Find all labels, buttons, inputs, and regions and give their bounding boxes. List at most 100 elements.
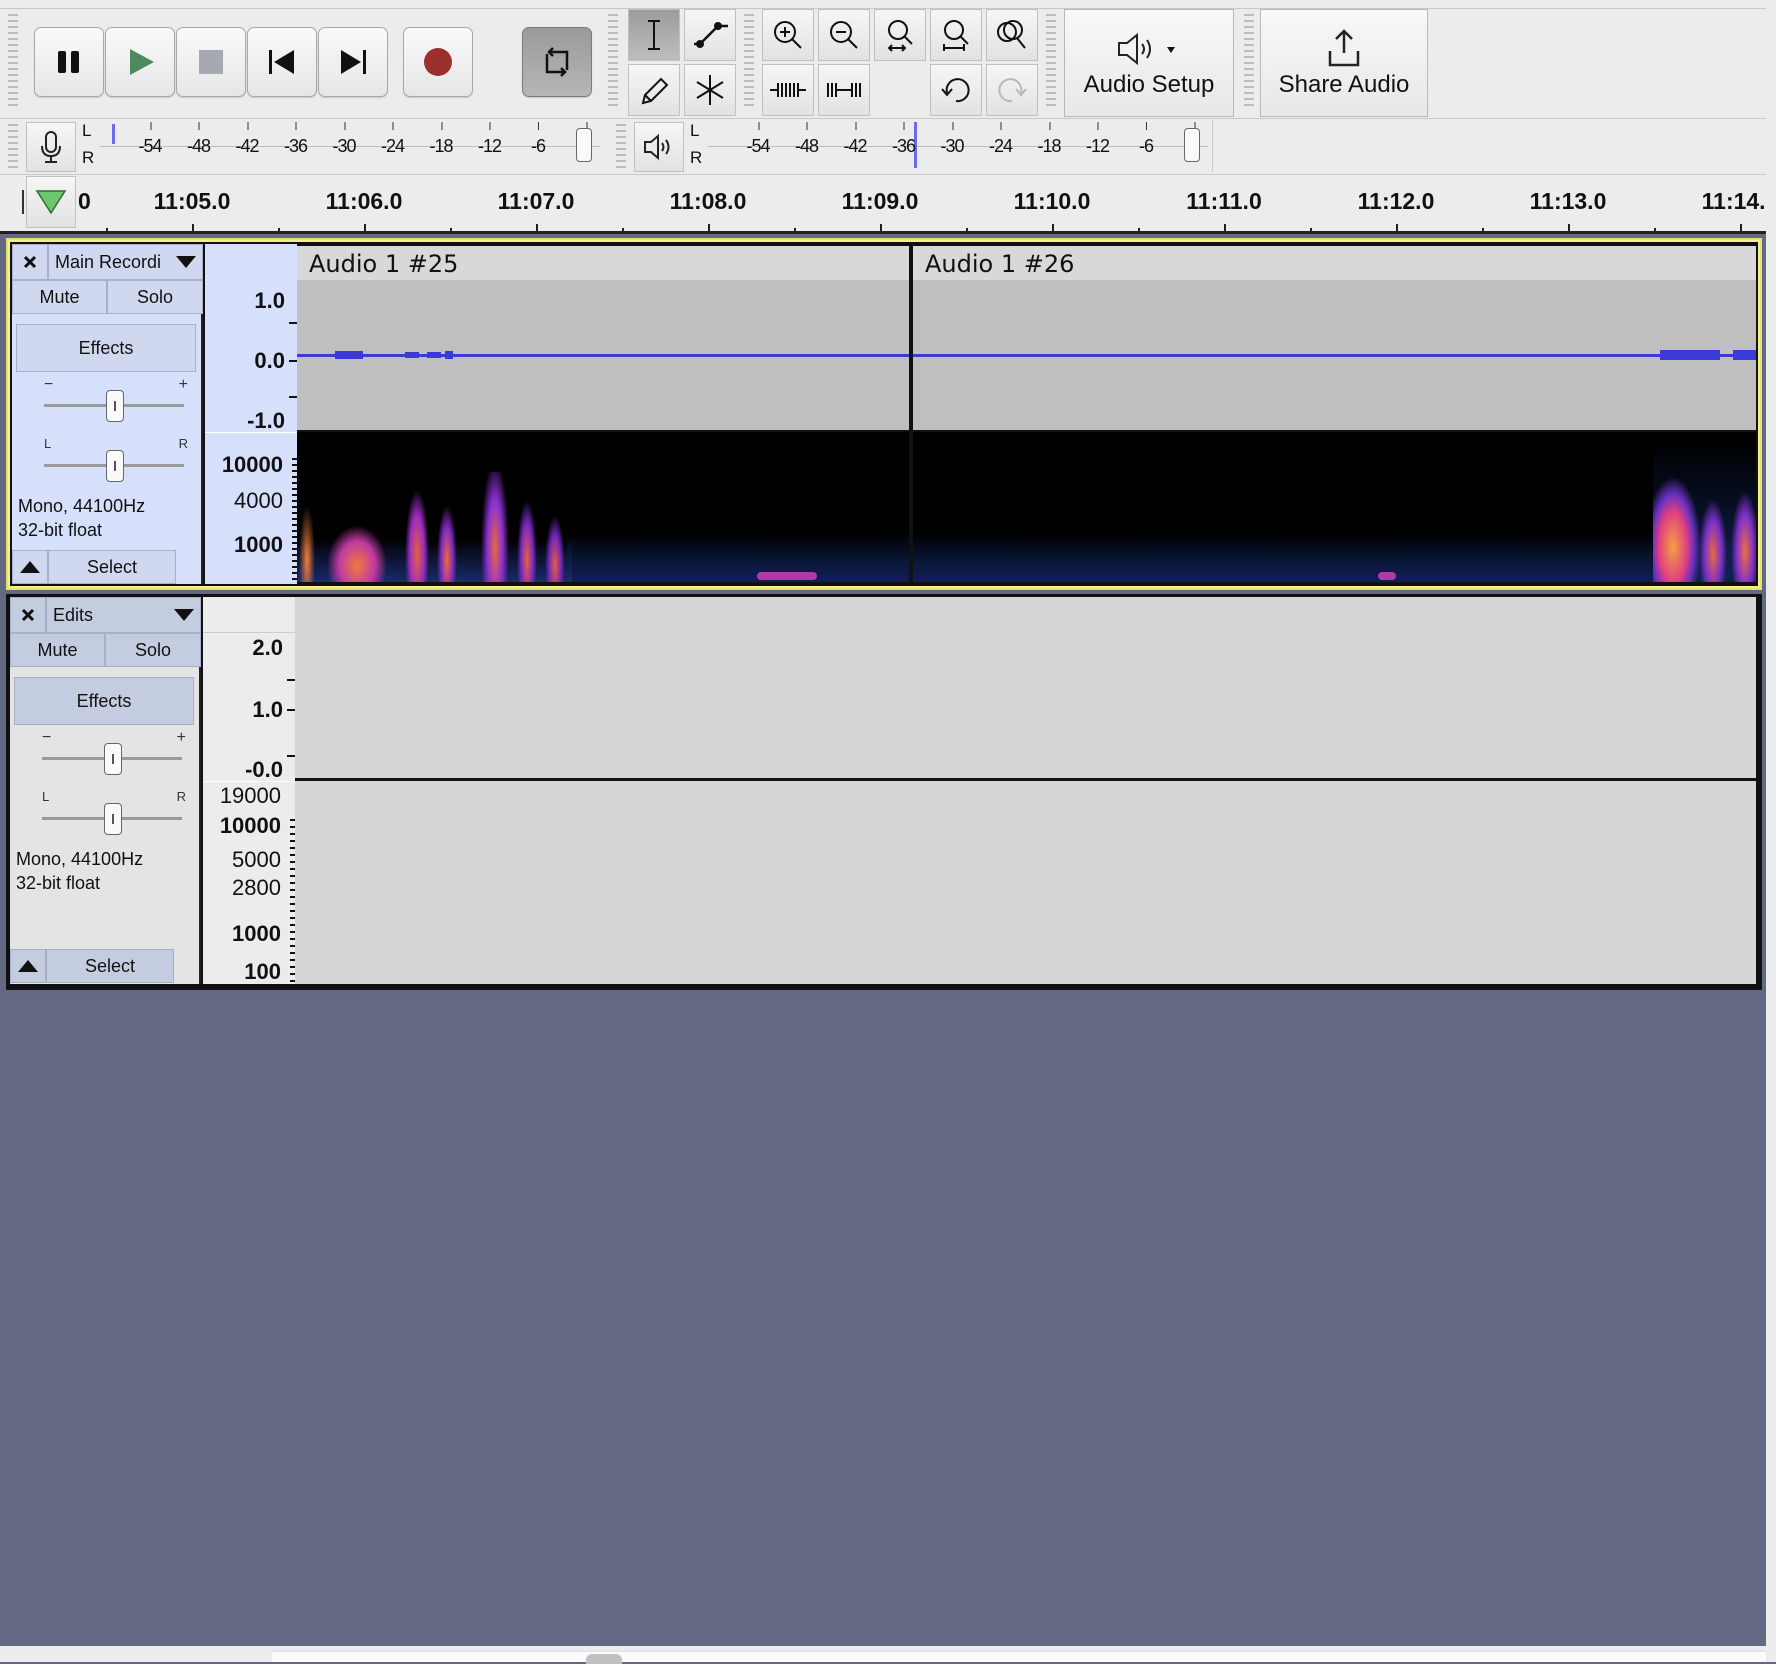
playback-volume-slider[interactable] — [1184, 128, 1200, 162]
play-meter-grip[interactable] — [616, 124, 626, 168]
horizontal-scrollbar-thumb[interactable] — [586, 1654, 622, 1664]
timeline-label: 11:10.0 — [1013, 188, 1091, 214]
clip[interactable]: Audio 1 #26 — [913, 246, 1756, 582]
spectrogram-blip — [757, 572, 817, 580]
pan-slider-knob[interactable] — [104, 803, 122, 835]
zoom-out-button[interactable] — [818, 9, 870, 61]
meter-tick-label: -12 — [1085, 122, 1110, 156]
edit-toolbar-grip[interactable] — [744, 14, 754, 110]
track-control-panel[interactable]: Edits Mute Solo Effects − + L R Mono, 44… — [10, 597, 201, 984]
spectrogram[interactable] — [913, 432, 1756, 582]
envelope-tool[interactable] — [684, 9, 736, 61]
meter-tick-label: -6 — [1138, 122, 1154, 156]
clip[interactable]: Audio 1 #25 — [297, 246, 909, 582]
skip-to-end-button[interactable] — [318, 27, 388, 97]
redo-button[interactable] — [986, 64, 1038, 116]
tools-toolbar-grip[interactable] — [608, 14, 618, 110]
pan-slider[interactable]: L R — [32, 789, 192, 835]
fit-selection-button[interactable] — [874, 9, 926, 61]
silence-audio-button[interactable] — [818, 64, 870, 116]
gain-slider-knob[interactable] — [104, 743, 122, 775]
close-track-button[interactable] — [10, 597, 46, 633]
select-track-button[interactable]: Select — [48, 550, 176, 584]
meter-tick-label: -30 — [332, 122, 357, 156]
undo-button[interactable] — [930, 64, 982, 116]
play-meter[interactable]: -54-48-42-36-30-24-18-12-60 — [708, 122, 1208, 168]
audio-setup-button[interactable]: Audio Setup — [1064, 9, 1234, 117]
vertical-scrollbar[interactable] — [1766, 0, 1776, 1662]
transport-toolbar-grip[interactable] — [8, 14, 18, 110]
fit-selection-icon — [887, 20, 913, 52]
select-track-button[interactable]: Select — [46, 949, 174, 983]
track-format-info: Mono, 44100Hz 32-bit float — [18, 494, 145, 542]
skip-to-start-button[interactable] — [247, 27, 317, 97]
track-control-panel[interactable]: Main Recordi Mute Solo Effects − + L R M… — [12, 244, 203, 584]
gain-slider[interactable]: − + — [34, 376, 194, 422]
timeline-options-button[interactable] — [26, 176, 76, 228]
record-meter-grip[interactable] — [8, 124, 18, 168]
timeline-label: 11:05.0 — [153, 188, 231, 214]
spectrogram[interactable] — [297, 432, 909, 582]
solo-button[interactable]: Solo — [107, 280, 203, 314]
trim-audio-button[interactable] — [762, 64, 814, 116]
timeline-ruler[interactable]: 0 11:05.0 11:06.0 11:07.0 11:08.0 11:09.0 11:1… — [0, 176, 1776, 234]
record-volume-slider[interactable] — [576, 128, 592, 162]
multi-tool[interactable] — [684, 64, 736, 116]
vertical-ruler[interactable]: 2.0 1.0 -0.0 19000 10000 5000 2800 1000 … — [203, 597, 295, 984]
gain-slider[interactable]: − + — [32, 729, 192, 775]
track-main-recording[interactable]: Main Recordi Mute Solo Effects − + L R M… — [6, 238, 1762, 590]
waveform-peak — [1733, 350, 1756, 360]
meter-tick-label: -18 — [1037, 122, 1062, 156]
draw-tool[interactable] — [628, 64, 680, 116]
wave-scale-label: -0.0 — [245, 757, 283, 782]
stop-button[interactable] — [176, 27, 246, 97]
pan-right-label: R — [178, 436, 188, 451]
waveform[interactable] — [297, 280, 909, 430]
collapse-track-button[interactable] — [10, 949, 46, 983]
ruler-edge-tick — [22, 190, 24, 214]
clip-header[interactable]: Audio 1 #25 — [297, 246, 909, 280]
meter-tick-label: -24 — [988, 122, 1013, 156]
play-meter-button[interactable] — [634, 122, 684, 172]
pause-button[interactable] — [34, 27, 104, 97]
record-meter-button[interactable] — [26, 122, 76, 172]
vertical-ruler[interactable]: 1.0 0.0 -1.0 10000 4000 1000 — [205, 244, 297, 584]
loop-button[interactable] — [522, 27, 592, 97]
spectrum-scale-label: 10000 — [221, 452, 283, 477]
pan-slider-knob[interactable] — [106, 450, 124, 482]
collapse-track-button[interactable] — [12, 550, 48, 584]
solo-button[interactable]: Solo — [105, 633, 201, 667]
empty-spectrum-area[interactable] — [295, 781, 1756, 984]
fit-project-button[interactable] — [930, 9, 982, 61]
audio-setup-toolbar-grip[interactable] — [1046, 14, 1056, 110]
record-meter[interactable]: -54-48-42-36-30-24-18-12-60 — [100, 122, 600, 168]
gain-minus-label: − — [42, 729, 52, 746]
close-track-button[interactable] — [12, 244, 48, 280]
mute-button[interactable]: Mute — [12, 280, 107, 314]
record-button[interactable] — [403, 27, 473, 97]
loop-icon — [545, 47, 569, 77]
selection-tool[interactable] — [628, 9, 680, 61]
clip-header[interactable]: Audio 1 #26 — [913, 246, 1756, 280]
gain-plus-label: + — [176, 729, 186, 746]
gain-slider-knob[interactable] — [106, 390, 124, 422]
play-button[interactable] — [105, 27, 175, 97]
effects-button[interactable]: Effects — [14, 677, 194, 725]
ruler-header-blank — [205, 244, 297, 280]
empty-wave-area[interactable] — [295, 597, 1756, 778]
share-audio-button[interactable]: Share Audio — [1260, 9, 1428, 117]
pan-slider[interactable]: L R — [34, 436, 194, 482]
waveform[interactable] — [913, 280, 1756, 430]
zoom-toggle-button[interactable] — [986, 9, 1038, 61]
track-name-menu[interactable]: Edits — [46, 597, 201, 633]
close-icon — [21, 608, 35, 622]
track-name-menu[interactable]: Main Recordi — [48, 244, 203, 280]
timeline-major-tick — [364, 224, 366, 234]
zoom-in-button[interactable] — [762, 9, 814, 61]
track-edits[interactable]: Edits Mute Solo Effects − + L R Mono, 44… — [6, 594, 1762, 990]
ruler-tick — [289, 322, 297, 324]
mute-button[interactable]: Mute — [10, 633, 105, 667]
horizontal-scrollbar[interactable] — [272, 1650, 1776, 1664]
effects-button[interactable]: Effects — [16, 324, 196, 372]
share-audio-toolbar-grip[interactable] — [1244, 14, 1254, 110]
